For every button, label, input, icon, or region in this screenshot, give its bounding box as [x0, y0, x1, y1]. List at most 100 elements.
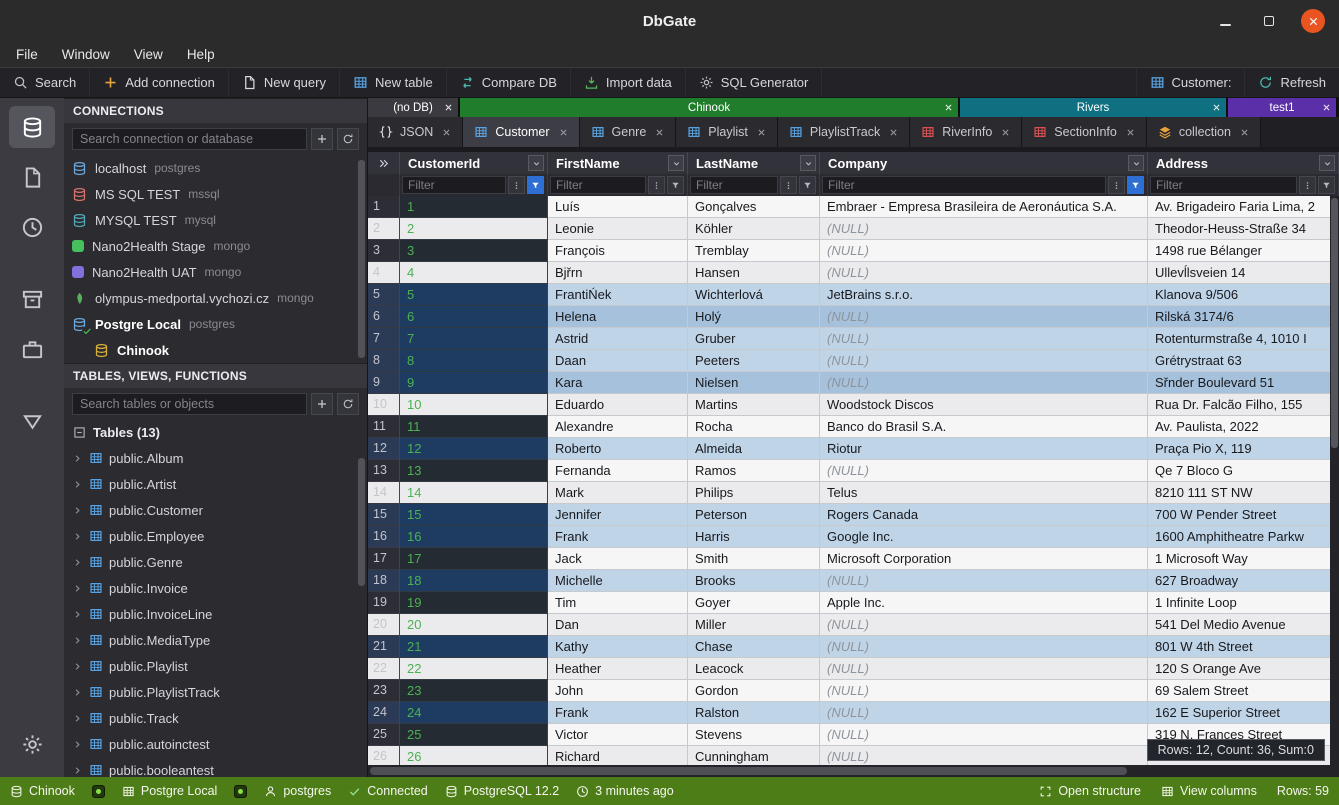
filter-menu-button[interactable]: [1299, 176, 1316, 194]
row-number-cell[interactable]: 11: [368, 416, 400, 438]
connection-item-postgre-local[interactable]: Postgre Localpostgres: [64, 311, 367, 337]
cell-address[interactable]: Qe 7 Bloco G: [1148, 460, 1339, 482]
row-number-cell[interactable]: 23: [368, 680, 400, 702]
row-number-cell[interactable]: 2: [368, 218, 400, 240]
row-number-cell[interactable]: 16: [368, 526, 400, 548]
cell-lastname[interactable]: Philips: [688, 482, 820, 504]
row-number-cell[interactable]: 22: [368, 658, 400, 680]
cell-company[interactable]: (NULL): [820, 702, 1148, 724]
cell-lastname[interactable]: Chase: [688, 636, 820, 658]
filter-input-company[interactable]: [822, 176, 1106, 194]
table-item-public-playlist[interactable]: public.Playlist: [64, 653, 367, 679]
cell-customerid[interactable]: 21: [400, 636, 548, 658]
menu-item-help[interactable]: Help: [177, 45, 225, 64]
filter-input-firstname[interactable]: [550, 176, 646, 194]
column-dropdown-button[interactable]: [528, 155, 544, 171]
cell-address[interactable]: 541 Del Medio Avenue: [1148, 614, 1339, 636]
cell-lastname[interactable]: Rocha: [688, 416, 820, 438]
cell-customerid[interactable]: 19: [400, 592, 548, 614]
cell-lastname[interactable]: Köhler: [688, 218, 820, 240]
connection-item-olympus-medportal-vychozi-cz[interactable]: olympus-medportal.vychozi.czmongo: [64, 285, 367, 311]
cell-lastname[interactable]: Gonçalves: [688, 196, 820, 218]
cell-firstname[interactable]: Daan: [548, 350, 688, 372]
table-item-public-customer[interactable]: public.Customer: [64, 497, 367, 523]
cell-address[interactable]: Rotenturmstraße 4, 1010 I: [1148, 328, 1339, 350]
cell-customerid[interactable]: 5: [400, 284, 548, 306]
cell-firstname[interactable]: Heather: [548, 658, 688, 680]
toolbar-button-import-data[interactable]: Import data: [571, 68, 686, 97]
table-item-public-genre[interactable]: public.Genre: [64, 549, 367, 575]
cell-firstname[interactable]: Alexandre: [548, 416, 688, 438]
row-number-cell[interactable]: 5: [368, 284, 400, 306]
row-number-cell[interactable]: 18: [368, 570, 400, 592]
databases-icon[interactable]: [9, 106, 55, 148]
cell-customerid[interactable]: 26: [400, 746, 548, 765]
database-item-chinook[interactable]: Chinook: [64, 337, 367, 363]
row-number-cell[interactable]: 9: [368, 372, 400, 394]
connection-item-ms-sql-test[interactable]: MS SQL TESTmssql: [64, 181, 367, 207]
cell-company[interactable]: (NULL): [820, 372, 1148, 394]
toolbar-button-new-table[interactable]: New table: [340, 68, 447, 97]
cell-company[interactable]: Apple Inc.: [820, 592, 1148, 614]
column-header-firstname[interactable]: FirstName: [548, 152, 688, 174]
table-item-public-invoice[interactable]: public.Invoice: [64, 575, 367, 601]
tab-customer[interactable]: Customer: [463, 117, 579, 147]
cell-customerid[interactable]: 4: [400, 262, 548, 284]
cell-customerid[interactable]: 8: [400, 350, 548, 372]
tab-collection[interactable]: collection: [1147, 117, 1261, 147]
cell-company[interactable]: (NULL): [820, 636, 1148, 658]
cell-company[interactable]: JetBrains s.r.o.: [820, 284, 1148, 306]
cell-address[interactable]: Ullevĺlsveien 14: [1148, 262, 1339, 284]
close-icon[interactable]: [1240, 128, 1249, 137]
minimize-button[interactable]: [1213, 9, 1237, 33]
cell-firstname[interactable]: Luís: [548, 196, 688, 218]
table-item-public-autoinctest[interactable]: public.autoinctest: [64, 731, 367, 757]
row-number-cell[interactable]: 25: [368, 724, 400, 746]
row-number-cell[interactable]: 3: [368, 240, 400, 262]
row-number-cell[interactable]: 8: [368, 350, 400, 372]
filter-menu-button[interactable]: [780, 176, 797, 194]
cell-firstname[interactable]: Eduardo: [548, 394, 688, 416]
cell-company[interactable]: (NULL): [820, 724, 1148, 746]
tab-genre[interactable]: Genre: [580, 117, 677, 147]
close-button[interactable]: [1301, 9, 1325, 33]
cell-company[interactable]: (NULL): [820, 746, 1148, 765]
row-number-cell[interactable]: 6: [368, 306, 400, 328]
tab-playlist[interactable]: Playlist: [676, 117, 778, 147]
close-icon[interactable]: [442, 128, 451, 137]
cell-company[interactable]: Riotur: [820, 438, 1148, 460]
row-number-cell[interactable]: 20: [368, 614, 400, 636]
row-number-cell[interactable]: 15: [368, 504, 400, 526]
grid-vertical-scrollbar[interactable]: [1330, 196, 1339, 765]
add-table-mini-button[interactable]: [311, 393, 333, 415]
filter-input-lastname[interactable]: [690, 176, 778, 194]
cell-firstname[interactable]: FrantiŃek: [548, 284, 688, 306]
cell-lastname[interactable]: Tremblay: [688, 240, 820, 262]
table-item-public-booleantest[interactable]: public.booleantest: [64, 757, 367, 777]
cell-lastname[interactable]: Almeida: [688, 438, 820, 460]
plugins-icon[interactable]: [9, 328, 55, 370]
toolbar-button-new-query[interactable]: New query: [229, 68, 340, 97]
status-item-open-structure[interactable]: Open structure: [1039, 784, 1141, 798]
filter-menu-button[interactable]: [1108, 176, 1125, 194]
cell-lastname[interactable]: Martins: [688, 394, 820, 416]
table-item-public-album[interactable]: public.Album: [64, 445, 367, 471]
cell-customerid[interactable]: 10: [400, 394, 548, 416]
cell-lastname[interactable]: Stevens: [688, 724, 820, 746]
cell-company[interactable]: Microsoft Corporation: [820, 548, 1148, 570]
cell-firstname[interactable]: Frank: [548, 526, 688, 548]
cell-firstname[interactable]: Leonie: [548, 218, 688, 240]
cell-lastname[interactable]: Wichterlová: [688, 284, 820, 306]
status-item-view-columns[interactable]: View columns: [1161, 784, 1257, 798]
close-icon[interactable]: [1322, 103, 1331, 112]
cell-firstname[interactable]: Dan: [548, 614, 688, 636]
cell-company[interactable]: Embraer - Empresa Brasileira de Aeronáut…: [820, 196, 1148, 218]
cell-company[interactable]: (NULL): [820, 306, 1148, 328]
cell-company[interactable]: (NULL): [820, 614, 1148, 636]
cell-lastname[interactable]: Harris: [688, 526, 820, 548]
cell-lastname[interactable]: Goyer: [688, 592, 820, 614]
table-search-input[interactable]: [72, 393, 307, 415]
cell-address[interactable]: 162 E Superior Street: [1148, 702, 1339, 724]
toolbar-button-add-connection[interactable]: Add connection: [90, 68, 229, 97]
cell-company[interactable]: (NULL): [820, 460, 1148, 482]
